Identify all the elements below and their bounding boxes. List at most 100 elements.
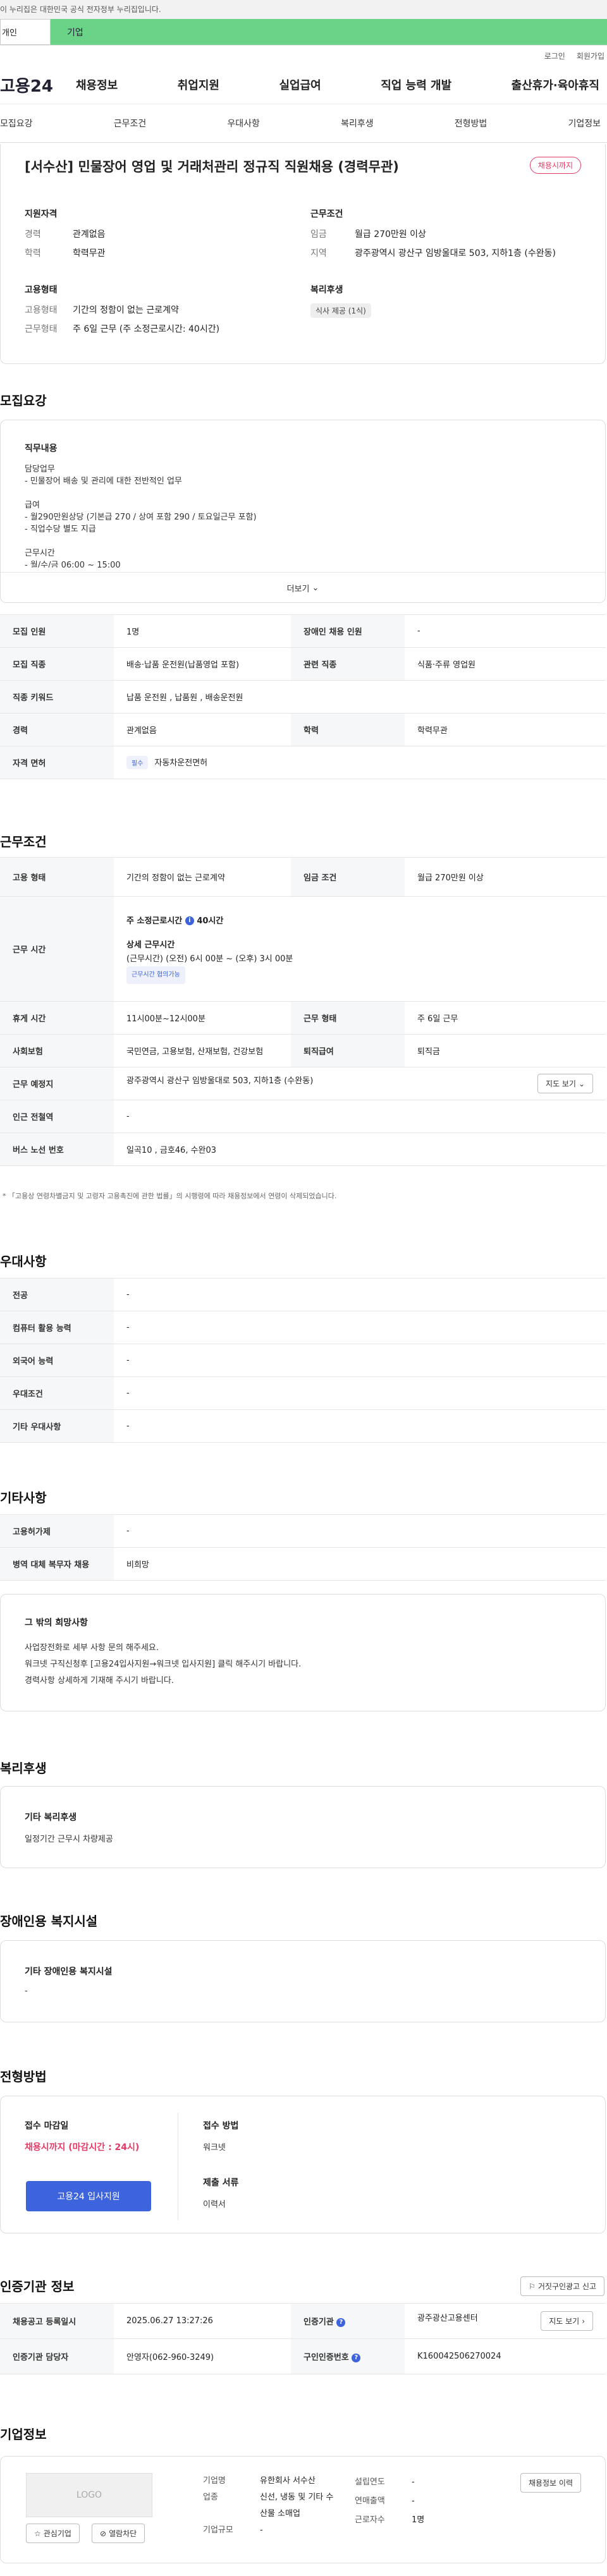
emp-block: 고용형태 고용형태 기간의 정함이 없는 근로계약 근무형태 주 6일 근무 (주 …: [25, 283, 290, 339]
job-desc-line: 급여: [25, 501, 40, 510]
info-icon[interactable]: ?: [336, 2318, 346, 2327]
cell-key: 퇴직급여: [291, 1034, 405, 1067]
more-button[interactable]: 더보기 ⌄: [1, 572, 605, 604]
favorite-button[interactable]: ☆ 관심기업: [26, 2524, 80, 2543]
cell-key: 모집 직종: [0, 647, 114, 681]
report-button[interactable]: ⚐ 거짓구인광고 신고: [520, 2276, 604, 2296]
work-title: 근무조건: [310, 209, 343, 219]
cell-value: 관계없음: [114, 713, 291, 746]
disab-box-text: -: [25, 1986, 28, 1996]
company-row: 연매출액 -: [355, 2492, 424, 2511]
subnav-recruit[interactable]: 모집요강: [0, 117, 33, 130]
job-history-button[interactable]: 채용정보 이력: [520, 2473, 581, 2493]
wish-line: 워크넷 구직신청후 [고용24입사지원→워크넷 입사지원] 클릭 해주시기 바랍…: [25, 1660, 302, 1669]
work-key: 임금: [310, 229, 327, 240]
job-desc-line: 담당업무: [25, 465, 55, 474]
job-desc-title: 직무내용: [25, 444, 58, 454]
support-title: 지원자격: [25, 209, 58, 219]
cell-key: 경력: [0, 713, 114, 746]
subnav-welfare[interactable]: 복리후생: [341, 117, 374, 130]
support-block: 지원자격 경력 관계없음 학력 학력무관: [25, 207, 278, 263]
table-row: 경력 관계없음 학력 학력무관: [0, 713, 606, 746]
etc-table: 고용허가제 - 병역 대체 복무자 채용 비희망: [0, 1514, 606, 1581]
cell-value: 납품 운전원 , 납품원 , 배송운전원: [114, 680, 606, 714]
table-row: 외국어 능력 -: [0, 1344, 606, 1377]
gnb-item-jobs[interactable]: 채용정보: [76, 76, 118, 93]
job-desc-line: - 민물장어 배송 및 관리에 대한 전반적인 업무: [25, 477, 182, 486]
cell-value: 필수 자동차운전면허: [114, 746, 606, 779]
company-key: 설립연도: [355, 2477, 385, 2487]
emp-key: 근무형태: [25, 324, 58, 334]
job-desc-line: [25, 487, 568, 499]
table-row: 모집 직종 배송·납품 운전원(납품영업 포함) 관련 직종 식품·주류 영업원: [0, 647, 606, 681]
cell-value: -: [114, 1344, 606, 1377]
tab-personal[interactable]: 개인: [0, 19, 51, 45]
gnb-item-unemployment[interactable]: 실업급여: [279, 76, 321, 93]
apply-button[interactable]: 고용24 입사지원: [26, 2181, 151, 2211]
login-link[interactable]: 로그인: [544, 51, 565, 61]
cell-key: 버스 노선 번호: [0, 1133, 114, 1166]
company-key: 기업명: [203, 2476, 226, 2486]
emp-value: 기간의 정함이 없는 근로계약: [73, 305, 179, 315]
subnav-selection[interactable]: 전형방법: [455, 117, 487, 130]
org-value: 광주광산고용센터: [417, 2314, 478, 2323]
wish-line: 사업장전화로 세부 사항 문의 해주세요.: [25, 1643, 159, 1653]
cell-value: 월급 270만원 이상: [405, 857, 606, 897]
org-map-button[interactable]: 지도 보기 ›: [541, 2311, 593, 2331]
star-icon: ☆: [34, 2529, 41, 2538]
cell-value: -: [114, 1376, 606, 1410]
favorite-label: 관심기업: [43, 2529, 71, 2538]
logo[interactable]: 고용24: [0, 73, 76, 97]
cell-value: 주 6일 근무: [405, 1001, 606, 1035]
company-row: 업종 신선, 냉동 및 기타 수산물 소매업: [203, 2489, 336, 2522]
etc-section-title: 기타사항: [0, 1490, 47, 1505]
subnav-company[interactable]: 기업정보: [568, 117, 601, 130]
gnb-item-leave[interactable]: 출산휴가·육아휴직: [512, 76, 599, 93]
job-desc-card: 직무내용 담당업무 - 민물장어 배송 및 관리에 대한 전반적인 업무 급여 …: [0, 420, 606, 603]
user-type-tabs: 개인 기업: [0, 19, 607, 46]
signup-link[interactable]: 회원가입: [577, 51, 604, 61]
work-hours-value: 40시간: [197, 916, 224, 926]
info-icon[interactable]: ?: [352, 2353, 361, 2362]
table-row: 병역 대체 복무자 채용 비희망: [0, 1547, 606, 1581]
block-label: 열람차단: [109, 2529, 137, 2538]
subnav-work[interactable]: 근무조건: [114, 117, 147, 130]
cell-value: -: [114, 1311, 606, 1344]
cell-key: 휴게 시간: [0, 1001, 114, 1035]
map-button-label: 지도 보기: [545, 1079, 576, 1088]
global-nav: 고용24 채용정보 취업지원 실업급여 직업 능력 개발 출산휴가·육아휴직: [0, 66, 607, 104]
table-row: 우대조건 -: [0, 1376, 606, 1410]
cell-value: 국민연금, 고용보험, 산재보험, 건강보험: [114, 1034, 291, 1067]
company-key: 근로자수: [355, 2515, 385, 2525]
subnav-pref[interactable]: 우대사항: [227, 117, 260, 130]
id-key: 구인인증번호: [304, 2353, 349, 2362]
cell-key: 병역 대체 복무자 채용: [0, 1547, 114, 1581]
block-button[interactable]: ⊘ 열람차단: [92, 2524, 145, 2543]
cell-value: K160042506270024: [405, 2338, 606, 2374]
docs-title: 제출 서류: [203, 2178, 239, 2188]
age-note: * 「고용상 연령차별금지 및 고령자 고용촉진에 관한 법률」의 시행령에 따…: [3, 1192, 337, 1200]
company-section-title: 기업정보: [0, 2427, 47, 2442]
other-wishes-card: 그 밖의 희망사항 사업장전화로 세부 사항 문의 해주세요. 워크넷 구직신청…: [0, 1594, 606, 1711]
job-desc-line: - 월290만원상당 (기본급 270 / 상여 포함 290 / 토요일근무 …: [25, 513, 257, 522]
support-key: 학력: [25, 248, 41, 258]
table-row: 고용허가제 -: [0, 1514, 606, 1548]
cell-key: 관련 직종: [291, 647, 405, 681]
info-icon[interactable]: i: [185, 916, 194, 925]
tab-corp[interactable]: 기업: [51, 19, 607, 45]
company-row: 기업명 유한회사 서수산: [203, 2473, 336, 2489]
table-row: 근무 예정지 광주광역시 광산구 임방울대로 503, 지하1층 (수완동) 지도 …: [0, 1067, 606, 1100]
company-card: LOGO ☆ 관심기업 ⊘ 열람차단 기업명 유한회사 서수산 업종 신선, 냉동 및 …: [0, 2456, 606, 2563]
job-desc-line: - 월/수/금 06:00 ~ 15:00: [25, 561, 121, 568]
table-row: 자격 면허 필수 자동차운전면허: [0, 746, 606, 779]
work-table: 고용 형태 기간의 정함이 없는 근로계약 임금 조건 월급 270만원 이상 근무 …: [0, 857, 606, 1166]
wish-line: 경력사항 상세하게 기재해 주시기 바랍니다.: [25, 1676, 174, 1686]
gnb-item-support[interactable]: 취업지원: [178, 76, 219, 93]
job-desc-line: [25, 535, 568, 547]
company-row: 기업규모 -: [203, 2522, 336, 2539]
gnb-item-training[interactable]: 직업 능력 개발: [381, 76, 451, 93]
map-button[interactable]: 지도 보기 ⌄: [537, 1074, 593, 1093]
chevron-right-icon: ›: [582, 2316, 585, 2326]
company-value: 신선, 냉동 및 기타 수산물 소매업: [260, 2493, 334, 2518]
required-tag: 필수: [126, 756, 149, 769]
